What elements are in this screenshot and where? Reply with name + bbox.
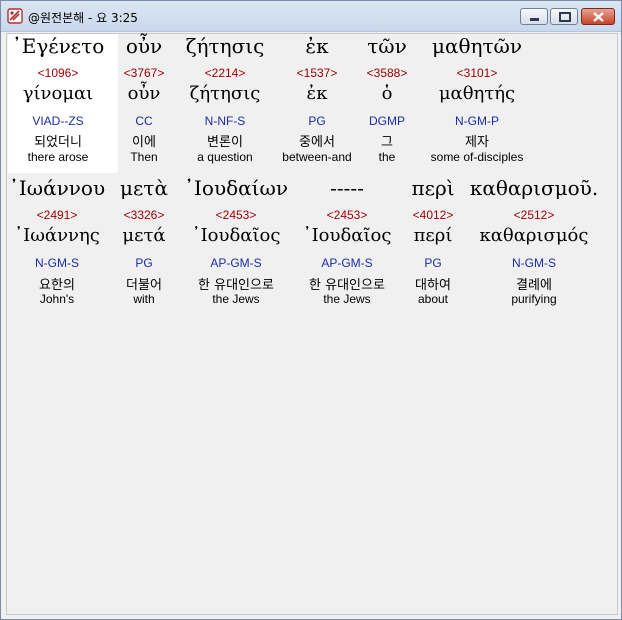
lemma-word[interactable]: ζήτησις bbox=[175, 83, 275, 104]
korean-gloss: 중에서 bbox=[299, 135, 335, 150]
english-gloss: some of-disciples bbox=[430, 150, 524, 164]
korean-gloss: 더불어 bbox=[126, 278, 162, 293]
korean-gloss: 대하여 bbox=[415, 278, 451, 293]
greek-word[interactable]: μετὰ bbox=[110, 176, 178, 200]
korean-gloss: 변론이 bbox=[207, 135, 243, 150]
maximize-button[interactable] bbox=[550, 8, 578, 25]
strong-number[interactable]: <2512> bbox=[464, 208, 604, 222]
greek-word[interactable]: ᾿Ιουδαίων bbox=[181, 176, 291, 200]
english-gloss: there arose bbox=[27, 150, 89, 164]
lemma-word[interactable]: ᾿Ιουδαῖος bbox=[292, 225, 402, 246]
parsing-code[interactable]: CC bbox=[114, 114, 174, 128]
strong-number[interactable]: <1537> bbox=[278, 66, 356, 80]
parsing-code[interactable]: DGMP bbox=[359, 114, 415, 128]
strong-number[interactable]: <2453> bbox=[181, 208, 291, 222]
minimize-icon bbox=[530, 18, 539, 21]
strong-number[interactable]: <2214> bbox=[175, 66, 275, 80]
english-gloss: the Jews bbox=[323, 292, 371, 306]
strong-number[interactable]: <3326> bbox=[110, 208, 178, 222]
english-gloss: a question bbox=[197, 150, 253, 164]
parsing-code[interactable]: PG bbox=[110, 256, 178, 270]
strong-number[interactable]: <3588> bbox=[359, 66, 415, 80]
greek-word[interactable]: ζήτησις bbox=[175, 34, 275, 58]
korean-gloss: 되었더니 bbox=[34, 135, 82, 150]
lemma-word[interactable]: ἐκ bbox=[278, 83, 356, 104]
greek-word[interactable]: οὖν bbox=[114, 34, 174, 58]
english-gloss: between-and bbox=[282, 150, 352, 164]
greek-word[interactable]: τῶν bbox=[359, 34, 415, 58]
lemma-word[interactable]: καθαρισμός bbox=[464, 225, 604, 246]
parsing-code[interactable]: N-NF-S bbox=[175, 114, 275, 128]
app-icon bbox=[7, 8, 23, 24]
greek-word[interactable]: ᾿Εγένετο bbox=[8, 34, 108, 58]
lemma-word[interactable]: γίνομαι bbox=[8, 83, 108, 104]
korean-gloss: 한 유대인으로 bbox=[309, 278, 385, 293]
english-gloss: John's bbox=[39, 292, 75, 306]
english-gloss: about bbox=[417, 292, 449, 306]
window-title: @원전본해 - 요 3:25 bbox=[28, 11, 138, 25]
lemma-word[interactable]: ᾿Ιωάννης bbox=[8, 225, 106, 246]
lemma-word[interactable]: ὁ bbox=[359, 83, 415, 104]
greek-word[interactable]: ----- bbox=[292, 176, 402, 200]
strong-number[interactable]: <2491> bbox=[8, 208, 106, 222]
interlinear-view: ᾿Εγένετο <1096> γίνομαι VIAD--ZS 되었더니 th… bbox=[6, 33, 618, 615]
parsing-code[interactable]: VIAD--ZS bbox=[8, 114, 108, 128]
parsing-code[interactable]: N-GM-S bbox=[8, 256, 106, 270]
lemma-word[interactable]: μαθητής bbox=[417, 83, 537, 104]
strong-number[interactable]: <1096> bbox=[8, 66, 108, 80]
lemma-word[interactable]: περί bbox=[405, 225, 461, 246]
greek-word[interactable]: ἐκ bbox=[278, 34, 356, 58]
english-gloss: the Jews bbox=[212, 292, 260, 306]
greek-word[interactable]: μαθητῶν bbox=[417, 34, 537, 58]
minimize-button[interactable] bbox=[520, 8, 548, 25]
parsing-code[interactable]: PG bbox=[278, 114, 356, 128]
maximize-icon bbox=[559, 12, 571, 22]
korean-gloss: 요한의 bbox=[39, 278, 75, 293]
parsing-code[interactable]: AP-GM-S bbox=[181, 256, 291, 270]
lemma-word[interactable]: ᾿Ιουδαῖος bbox=[181, 225, 291, 246]
korean-gloss: 이에 bbox=[132, 135, 156, 150]
english-gloss: with bbox=[133, 292, 155, 306]
parsing-code[interactable]: PG bbox=[405, 256, 461, 270]
strong-number[interactable]: <4012> bbox=[405, 208, 461, 222]
close-icon bbox=[593, 12, 604, 22]
lemma-word[interactable]: μετά bbox=[110, 225, 178, 246]
parsing-code[interactable]: AP-GM-S bbox=[292, 256, 402, 270]
strong-number[interactable]: <3767> bbox=[114, 66, 174, 80]
english-gloss: purifying bbox=[511, 292, 557, 306]
parsing-code[interactable]: N-GM-S bbox=[464, 256, 604, 270]
close-button[interactable] bbox=[581, 8, 615, 25]
title-bar[interactable]: @원전본해 - 요 3:25 bbox=[1, 1, 621, 32]
strong-number[interactable]: <2453> bbox=[292, 208, 402, 222]
greek-word[interactable]: καθαρισμοῦ. bbox=[464, 176, 604, 200]
korean-gloss: 결례에 bbox=[516, 278, 552, 293]
parsing-code[interactable]: N-GM-P bbox=[417, 114, 537, 128]
korean-gloss: 제자 bbox=[465, 135, 489, 150]
korean-gloss: 그 bbox=[381, 135, 393, 150]
greek-word[interactable]: ᾿Ιωάννου bbox=[8, 176, 106, 200]
app-window: @원전본해 - 요 3:25 ᾿Εγένετο <1096> γίνομαι V… bbox=[0, 0, 622, 620]
english-gloss: Then bbox=[130, 150, 158, 164]
korean-gloss: 한 유대인으로 bbox=[198, 278, 274, 293]
strong-number[interactable]: <3101> bbox=[417, 66, 537, 80]
greek-word[interactable]: περὶ bbox=[405, 176, 461, 200]
english-gloss: the bbox=[378, 150, 396, 164]
lemma-word[interactable]: οὖν bbox=[114, 83, 174, 104]
